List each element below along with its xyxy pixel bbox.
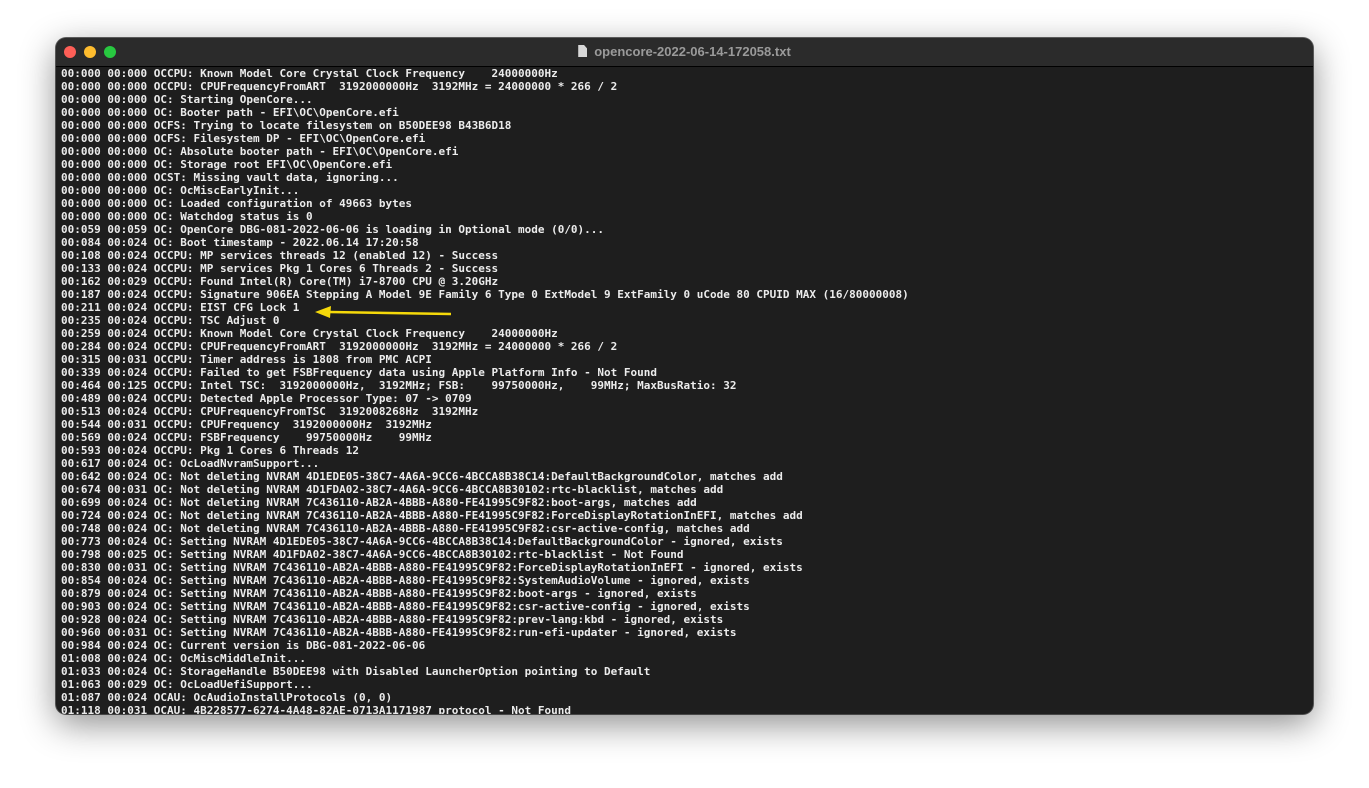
log-line: 00:284 00:024 OCCPU: CPUFrequencyFromART… [61,340,618,353]
log-line: 00:339 00:024 OCCPU: Failed to get FSBFr… [61,366,658,379]
log-line: 00:569 00:024 OCCPU: FSBFrequency 997500… [61,431,432,444]
log-line: 00:000 00:000 OC: Watchdog status is 0 [61,210,313,223]
log-line: 00:489 00:024 OCCPU: Detected Apple Proc… [61,392,472,405]
log-line: 00:593 00:024 OCCPU: Pkg 1 Cores 6 Threa… [61,444,360,457]
log-line: 00:984 00:024 OC: Current version is DBG… [61,639,426,652]
log-line: 00:000 00:000 OCST: Missing vault data, … [61,171,399,184]
log-line: 00:000 00:000 OC: Absolute booter path -… [61,145,459,158]
log-line: 00:108 00:024 OCCPU: MP services threads… [61,249,499,262]
log-line: 00:773 00:024 OC: Setting NVRAM 4D1EDE05… [61,535,783,548]
log-line: 00:315 00:031 OCCPU: Timer address is 18… [61,353,432,366]
window-title: opencore-2022-06-14-172058.txt [56,44,1313,59]
log-line: 00:617 00:024 OC: OcLoadNvramSupport... [61,457,320,470]
log-line: 00:000 00:000 OCCPU: Known Model Core Cr… [61,67,558,80]
log-line: 01:087 00:024 OCAU: OcAudioInstallProtoc… [61,691,393,704]
log-line: 01:008 00:024 OC: OcMiscMiddleInit... [61,652,307,665]
log-line: 01:033 00:024 OC: StorageHandle B50DEE98… [61,665,651,678]
log-line: 00:748 00:024 OC: Not deleting NVRAM 7C4… [61,522,750,535]
log-line: 00:084 00:024 OC: Boot timestamp - 2022.… [61,236,419,249]
log-line: 00:000 00:000 OC: OcMiscEarlyInit... [61,184,300,197]
log-line: 01:118 00:031 OCAU: 4B228577-6274-4A48-8… [61,704,571,714]
log-line: 00:133 00:024 OCCPU: MP services Pkg 1 C… [61,262,499,275]
log-line: 00:830 00:031 OC: Setting NVRAM 7C436110… [61,561,803,574]
log-line: 00:464 00:125 OCCPU: Intel TSC: 31920000… [61,379,737,392]
log-text-area[interactable]: 00:000 00:000 OCCPU: Known Model Core Cr… [61,67,1313,714]
log-line: 00:000 00:000 OC: Starting OpenCore... [61,93,313,106]
window-title-text: opencore-2022-06-14-172058.txt [594,44,791,59]
log-line: 00:879 00:024 OC: Setting NVRAM 7C436110… [61,587,697,600]
text-editor-window: opencore-2022-06-14-172058.txt 00:000 00… [56,38,1313,714]
log-line: 00:798 00:025 OC: Setting NVRAM 4D1FDA02… [61,548,684,561]
log-line: 00:211 00:024 OCCPU: EIST CFG Lock 1 [61,301,300,314]
log-line: 01:063 00:029 OC: OcLoadUefiSupport... [61,678,313,691]
log-line: 00:699 00:024 OC: Not deleting NVRAM 7C4… [61,496,697,509]
log-line: 00:000 00:000 OCFS: Filesystem DP - EFI\… [61,132,426,145]
log-line: 00:960 00:031 OC: Setting NVRAM 7C436110… [61,626,737,639]
log-line: 00:513 00:024 OCCPU: CPUFrequencyFromTSC… [61,405,479,418]
log-line: 00:187 00:024 OCCPU: Signature 906EA Ste… [61,288,909,301]
log-line: 00:259 00:024 OCCPU: Known Model Core Cr… [61,327,558,340]
log-line: 00:642 00:024 OC: Not deleting NVRAM 4D1… [61,470,783,483]
log-line: 00:235 00:024 OCCPU: TSC Adjust 0 [61,314,280,327]
log-line: 00:544 00:031 OCCPU: CPUFrequency 319200… [61,418,432,431]
document-icon [578,45,588,57]
log-line: 00:059 00:059 OC: OpenCore DBG-081-2022-… [61,223,605,236]
log-line: 00:162 00:029 OCCPU: Found Intel(R) Core… [61,275,499,288]
annotation-arrow-icon [315,306,452,318]
log-line: 00:000 00:000 OCCPU: CPUFrequencyFromART… [61,80,618,93]
log-line: 00:928 00:024 OC: Setting NVRAM 7C436110… [61,613,724,626]
log-line: 00:000 00:000 OC: Loaded configuration o… [61,197,412,210]
title-bar[interactable]: opencore-2022-06-14-172058.txt [56,38,1313,67]
log-line: 00:000 00:000 OC: Storage root EFI\OC\Op… [61,158,393,171]
log-line: 00:000 00:000 OCFS: Trying to locate fil… [61,119,512,132]
log-line: 00:903 00:024 OC: Setting NVRAM 7C436110… [61,600,750,613]
log-line: 00:000 00:000 OC: Booter path - EFI\OC\O… [61,106,399,119]
log-line: 00:674 00:031 OC: Not deleting NVRAM 4D1… [61,483,724,496]
log-line: 00:724 00:024 OC: Not deleting NVRAM 7C4… [61,509,803,522]
log-line: 00:854 00:024 OC: Setting NVRAM 7C436110… [61,574,750,587]
